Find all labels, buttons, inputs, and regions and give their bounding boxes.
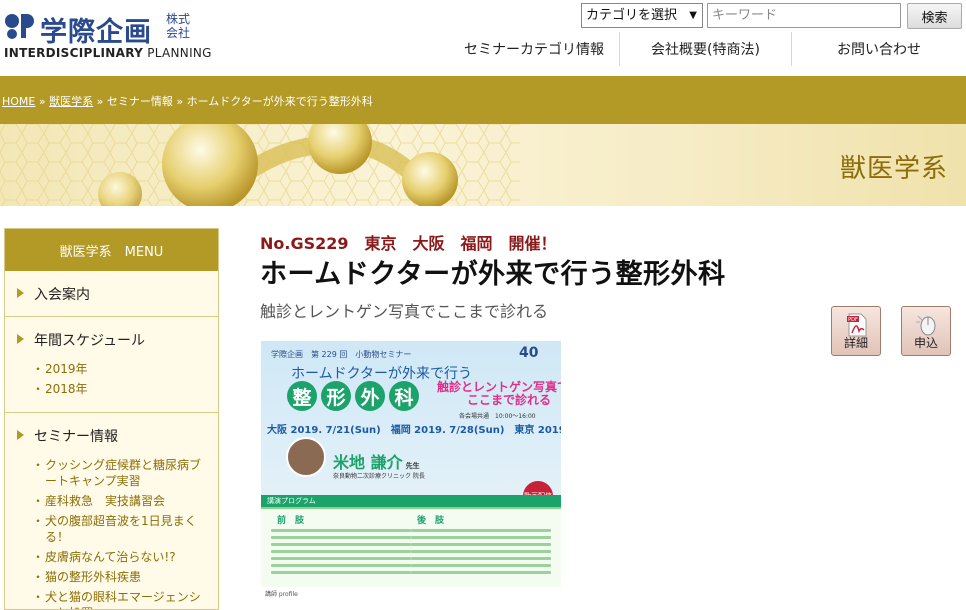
search-button[interactable]: 検索 xyxy=(907,3,962,29)
seminar-flyer-image[interactable]: 学際企画 第 229 回 小動物セミナー 40 ホームドクターが外来で行う 整 … xyxy=(261,341,561,610)
breadcrumb: HOME » 獣医学系 » セミナー情報 » ホームドクターが外来で行う整形外科 xyxy=(2,93,373,109)
detail-pdf-button[interactable]: PDF 詳細 xyxy=(831,306,881,356)
apply-button-label: 申込 xyxy=(913,336,938,350)
triangle-right-icon xyxy=(17,334,24,344)
sidebar-menu: 獣医学系 MENU 入会案内 年間スケジュール 2019年 2018年 セミナー… xyxy=(4,228,219,610)
dropdown-arrow-icon: ▼ xyxy=(689,10,697,21)
flyer-lines-left xyxy=(271,525,411,578)
category-select-value: カテゴリを選択 xyxy=(586,8,678,23)
site-header: 学際企画 株式会社 INTERDISCIPLINARY PLANNING カテゴ… xyxy=(0,0,966,76)
flyer-title-char: 整 xyxy=(287,381,317,411)
sidebar-subitem-seminar[interactable]: 産科救急 実技講習会 xyxy=(5,492,218,512)
triangle-right-icon xyxy=(17,430,24,440)
sidebar-item-seminars[interactable]: セミナー情報 xyxy=(5,426,218,446)
sidebar-subitem-seminar[interactable]: 猫の整形外科疾患 xyxy=(5,568,218,588)
molecule-decoration xyxy=(0,124,520,206)
breadcrumb-vet[interactable]: 獣医学系 xyxy=(49,95,93,108)
detail-button-label: 詳細 xyxy=(843,336,868,350)
schedule-sublist: 2019年 2018年 xyxy=(5,360,218,400)
site-logo[interactable]: 学際企画 株式会社 INTERDISCIPLINARY PLANNING xyxy=(4,8,214,64)
sidebar-subitem-seminar[interactable]: 犬と猫の眼科エマージェンシーと処置 xyxy=(5,588,218,609)
breadcrumb-home[interactable]: HOME xyxy=(2,95,35,108)
logo-text-en: INTERDISCIPLINARY PLANNING xyxy=(4,46,212,60)
flyer-title-char: 外 xyxy=(355,381,385,411)
flyer-lines-right xyxy=(411,525,551,578)
keyword-input[interactable] xyxy=(707,3,901,28)
sidebar-item-label: 年間スケジュール xyxy=(34,333,146,349)
triangle-right-icon xyxy=(17,288,24,298)
category-banner: 獣医学系 xyxy=(0,124,966,206)
page-subtitle: 触診とレントゲン写真でここまで診れる xyxy=(260,302,549,321)
lecturer-suffix: 先生 xyxy=(405,462,420,470)
logo-mark-icon xyxy=(5,14,34,39)
nav-contact[interactable]: お問い合わせ xyxy=(791,32,966,66)
sidebar-subitem-seminar[interactable]: クッシング症候群と糖尿病ブートキャンプ実習 xyxy=(5,456,218,492)
flyer-program-columns: 前 肢 後 肢 xyxy=(261,507,561,587)
flyer-subtitle: 触診とレントゲン写真で ここまで診れる xyxy=(437,381,561,407)
sidebar-menu-title: 獣医学系 MENU xyxy=(5,229,218,271)
breadcrumb-bar: HOME » 獣医学系 » セミナー情報 » ホームドクターが外来で行う整形外科 xyxy=(0,76,966,124)
lecturer-name: 米地 謙介 xyxy=(333,453,403,472)
sidebar-section-membership: 入会案内 xyxy=(5,271,218,317)
page-title: ホームドクターが外来で行う整形外科 xyxy=(260,259,726,290)
sidebar-item-membership[interactable]: 入会案内 xyxy=(5,284,218,304)
flyer-header: 学際企画 第 229 回 小動物セミナー xyxy=(271,350,412,359)
flyer-lecturer: 米地 謙介 先生 xyxy=(333,449,420,473)
sidebar-subitem-2019[interactable]: 2019年 xyxy=(5,360,218,380)
flyer-title-char: 形 xyxy=(321,381,351,411)
breadcrumb-seminar[interactable]: セミナー情報 xyxy=(107,95,173,108)
seminar-sublist: クッシング症候群と糖尿病ブートキャンプ実習 産科救急 実技講習会 犬の腹部超音波… xyxy=(5,456,218,609)
sidebar-section-seminars: セミナー情報 クッシング症候群と糖尿病ブートキャンプ実習 産科救急 実技講習会 … xyxy=(5,413,218,609)
nav-company[interactable]: 会社概要(特商法) xyxy=(619,32,791,66)
sidebar-item-label: 入会案内 xyxy=(34,287,90,303)
sidebar-subitem-seminar[interactable]: 犬の腹部超音波を1日見まくる！ xyxy=(5,512,218,548)
flyer-clinic: 奈良動物二次診療クリニック 院長 xyxy=(333,473,425,480)
flyer-time: 各会場共通 10:00～16:00 xyxy=(459,413,536,420)
sidebar-section-schedule: 年間スケジュール 2019年 2018年 xyxy=(5,317,218,413)
flyer-40th-logo: 40 xyxy=(519,345,539,361)
sidebar-item-label: セミナー情報 xyxy=(34,429,118,445)
banner-title: 獣医学系 xyxy=(839,154,948,184)
breadcrumb-sep: » xyxy=(35,95,50,108)
logo-en-rest: PLANNING xyxy=(143,46,212,60)
lecturer-avatar xyxy=(286,437,326,477)
breadcrumb-current: ホームドクターが外来で行う整形外科 xyxy=(186,95,373,108)
pdf-mark-text: PDF xyxy=(848,317,858,323)
flyer-title-circles: 整 形 外 科 xyxy=(287,381,419,411)
top-nav: セミナーカテゴリ情報 会社概要(特商法) お問い合わせ xyxy=(449,32,966,66)
logo-en-bold: INTERDISCIPLINARY xyxy=(4,46,144,60)
breadcrumb-sep: » xyxy=(93,95,107,108)
flyer-title-char: 科 xyxy=(389,381,419,411)
sidebar-subitem-2018[interactable]: 2018年 xyxy=(5,380,218,400)
flyer-subtitle-line: ここまで診れる xyxy=(467,393,552,407)
flyer-dates: 大阪 2019. 7/21(Sun) 福岡 2019. 7/28(Sun) 東京… xyxy=(267,425,561,436)
flyer-profile: 講師 profile xyxy=(261,587,561,610)
sidebar-item-schedule[interactable]: 年間スケジュール xyxy=(5,330,218,350)
flyer-program-bar: 講演プログラム xyxy=(261,495,561,507)
logo-text-kk: 株式会社 xyxy=(166,12,191,40)
nav-seminar-category[interactable]: セミナーカテゴリ情報 xyxy=(449,32,619,66)
sidebar-subitem-seminar[interactable]: 皮膚病なんて治らない!? xyxy=(5,548,218,568)
breadcrumb-sep: » xyxy=(172,95,187,108)
seminar-number: No.GS229 東京 大阪 福岡 開催！ xyxy=(260,234,557,253)
apply-button[interactable]: 申込 xyxy=(901,306,951,356)
category-select[interactable]: カテゴリを選択 ▼ xyxy=(581,3,703,28)
logo-text-jp: 学際企画 xyxy=(40,17,152,48)
